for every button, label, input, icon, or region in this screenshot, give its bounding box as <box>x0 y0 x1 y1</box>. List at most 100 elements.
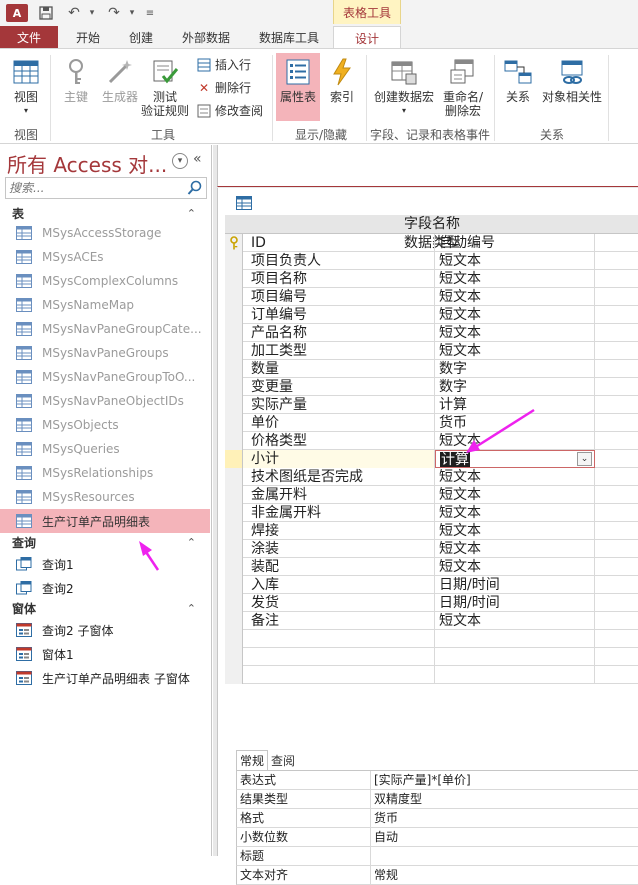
indexes-button[interactable]: 索引 <box>324 57 360 104</box>
row-selector[interactable] <box>225 378 243 396</box>
description-cell[interactable] <box>595 540 638 558</box>
data-type-cell[interactable]: 自动编号 <box>435 234 595 252</box>
description-cell[interactable] <box>595 468 638 486</box>
data-type-cell[interactable]: 数字 <box>435 378 595 396</box>
nav-pane-title[interactable]: 所有 Access 对... <box>7 149 167 178</box>
description-cell[interactable] <box>595 432 638 450</box>
nav-form-item[interactable]: 生产订单产品明细表 子窗体 <box>0 666 210 690</box>
empty-field-row[interactable] <box>225 648 638 666</box>
data-type-cell[interactable]: 数字 <box>435 360 595 378</box>
description-cell[interactable] <box>595 360 638 378</box>
nav-table-item[interactable]: 生产订单产品明细表 <box>0 509 210 533</box>
tab-general[interactable]: 常规 <box>236 750 269 770</box>
row-selector[interactable] <box>225 360 243 378</box>
field-row[interactable]: 数量 数字 <box>225 360 638 378</box>
description-cell[interactable] <box>595 288 638 306</box>
view-dropdown-icon[interactable]: ▾ <box>6 104 46 118</box>
row-selector[interactable] <box>225 594 243 612</box>
data-type-cell[interactable]: 短文本 <box>435 288 595 306</box>
row-selector[interactable] <box>225 396 243 414</box>
collapse-chevron-icon[interactable]: ⌃ <box>187 207 196 220</box>
field-name-cell[interactable]: 金属开料 <box>243 486 435 504</box>
column-header-field-name[interactable]: 字段名称 <box>225 215 638 234</box>
tab-external-data[interactable]: 外部数据 <box>172 26 240 48</box>
field-row[interactable]: 入库 日期/时间 <box>225 576 638 594</box>
data-type-cell[interactable]: 短文本 <box>435 468 595 486</box>
row-selector[interactable] <box>225 576 243 594</box>
collapse-chevron-icon[interactable]: ⌃ <box>187 536 196 549</box>
data-type-cell[interactable]: 短文本 <box>435 252 595 270</box>
tab-file[interactable]: 文件 <box>0 26 58 48</box>
field-name-cell[interactable]: 项目名称 <box>243 270 435 288</box>
description-cell[interactable] <box>595 252 638 270</box>
tab-lookup[interactable]: 查阅 <box>268 750 298 770</box>
field-row[interactable]: 发货 日期/时间 <box>225 594 638 612</box>
field-row[interactable]: 产品名称 短文本 <box>225 324 638 342</box>
search-icon[interactable] <box>187 180 203 196</box>
field-row[interactable]: 非金属开料 短文本 <box>225 504 638 522</box>
field-row[interactable]: 价格类型 短文本 <box>225 432 638 450</box>
nav-table-item[interactable]: MSysNavPaneObjectIDs <box>0 389 210 413</box>
property-value[interactable]: [实际产量]*[单价] <box>371 771 638 789</box>
nav-table-item[interactable]: MSysAccessStorage <box>0 221 210 245</box>
tab-design[interactable]: 设计 <box>333 26 401 49</box>
description-cell[interactable] <box>595 450 638 468</box>
nav-pane-menu-icon[interactable]: ▾ <box>172 153 188 169</box>
field-name-cell[interactable]: 发货 <box>243 594 435 612</box>
rename-delete-macro-button[interactable]: 重命名/ 删除宏 <box>440 57 486 118</box>
description-cell[interactable] <box>595 270 638 288</box>
property-row[interactable]: 表达式 [实际产量]*[单价] <box>236 771 638 790</box>
property-value[interactable]: 常规 <box>371 866 638 884</box>
field-name-cell[interactable]: 加工类型 <box>243 342 435 360</box>
data-type-cell[interactable]: 短文本 <box>435 504 595 522</box>
nav-search-box[interactable] <box>5 177 207 199</box>
data-type-cell[interactable]: 短文本 <box>435 612 595 630</box>
insert-rows-button[interactable]: 插入行 <box>196 56 251 73</box>
data-type-cell[interactable]: 短文本 <box>435 270 595 288</box>
row-selector[interactable] <box>225 306 243 324</box>
create-data-macros-dropdown-icon[interactable]: ▾ <box>370 104 438 118</box>
property-row[interactable]: 文本对齐 常规 <box>236 866 638 885</box>
field-row[interactable]: 项目名称 短文本 <box>225 270 638 288</box>
field-row[interactable]: 技术图纸是否完成 短文本 <box>225 468 638 486</box>
nav-form-item[interactable]: 查询2 子窗体 <box>0 618 210 642</box>
data-type-cell[interactable]: 短文本 <box>435 306 595 324</box>
nav-table-item[interactable]: MSysComplexColumns <box>0 269 210 293</box>
field-name-cell[interactable]: 装配 <box>243 558 435 576</box>
nav-table-item[interactable]: MSysRelationships <box>0 461 210 485</box>
data-type-cell[interactable]: 短文本 <box>435 342 595 360</box>
field-name-cell[interactable]: 订单编号 <box>243 306 435 324</box>
description-cell[interactable] <box>595 342 638 360</box>
nav-search-input[interactable] <box>6 178 176 198</box>
object-dependencies-button[interactable]: 对象相关性 <box>540 57 604 104</box>
empty-field-row[interactable] <box>225 630 638 648</box>
description-cell[interactable] <box>595 558 638 576</box>
row-selector[interactable] <box>225 450 243 468</box>
builder-button[interactable]: 生成器 <box>98 57 142 104</box>
property-row[interactable]: 小数位数 自动 <box>236 828 638 847</box>
nav-query-item[interactable]: 查询1 <box>0 552 210 576</box>
property-value[interactable]: 自动 <box>371 828 638 846</box>
field-name-cell[interactable]: 价格类型 <box>243 432 435 450</box>
data-type-cell[interactable]: 短文本 <box>435 540 595 558</box>
data-type-cell[interactable]: 日期/时间 <box>435 594 595 612</box>
primary-key-button[interactable]: 主键 <box>58 57 94 104</box>
field-row[interactable]: 实际产量 计算 <box>225 396 638 414</box>
redo-dropdown-icon[interactable]: ▾ <box>122 3 142 23</box>
field-name-cell[interactable]: 单价 <box>243 414 435 432</box>
description-cell[interactable] <box>595 324 638 342</box>
redo-icon[interactable]: ↷ <box>104 3 124 23</box>
field-row[interactable]: 备注 短文本 <box>225 612 638 630</box>
row-selector[interactable] <box>225 486 243 504</box>
description-cell[interactable] <box>595 522 638 540</box>
nav-form-item[interactable]: 窗体1 <box>0 642 210 666</box>
section-tables-header[interactable]: 表 ⌃ <box>0 203 210 223</box>
description-cell[interactable] <box>595 594 638 612</box>
relationships-button[interactable]: 关系 <box>500 57 536 104</box>
row-selector[interactable] <box>225 252 243 270</box>
property-row[interactable]: 格式 货币 <box>236 809 638 828</box>
data-type-cell[interactable]: 计算 <box>435 396 595 414</box>
data-type-cell[interactable]: 计算 ⌄ <box>435 450 595 468</box>
nav-query-item[interactable]: 查询2 <box>0 576 210 600</box>
property-row[interactable]: 标题 <box>236 847 638 866</box>
